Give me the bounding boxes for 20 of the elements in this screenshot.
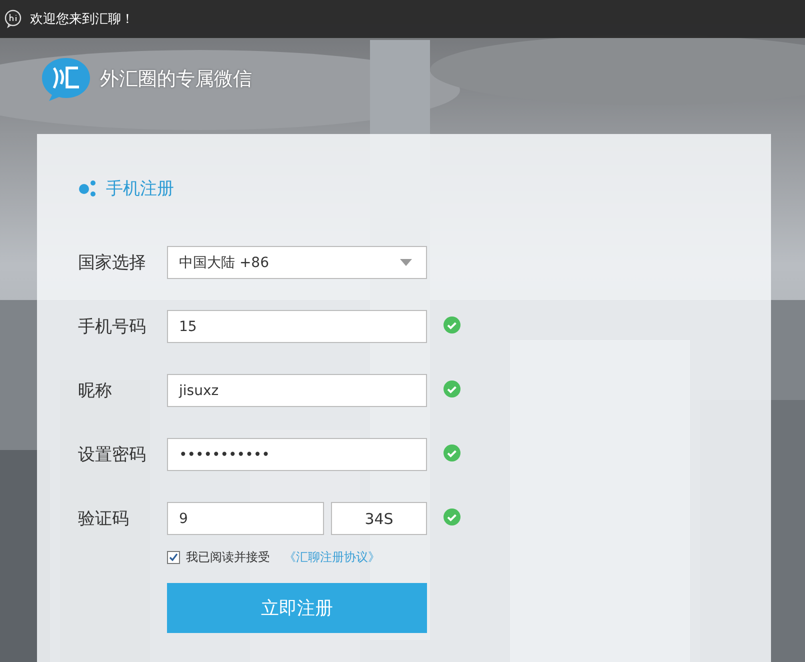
hi-icon	[4, 9, 22, 29]
slogan-text: 外汇圈的专属微信	[100, 67, 252, 92]
field-label: 手机号码	[78, 316, 147, 338]
logo-icon	[40, 56, 92, 102]
field-label: 验证码	[78, 508, 130, 530]
agree-checkbox[interactable]	[167, 551, 180, 564]
field-label: 国家选择	[78, 252, 147, 274]
dropdown-arrow-icon	[400, 259, 412, 266]
input-field[interactable]: 15	[167, 310, 427, 343]
dots-icon	[78, 179, 98, 197]
welcome-text: 欢迎您来到汇聊！	[30, 11, 134, 28]
field-label: 昵称	[78, 380, 113, 402]
input-field[interactable]: •••••••••••	[167, 438, 427, 471]
code-field[interactable]: 9	[167, 502, 324, 535]
field-label: 设置密码	[78, 444, 147, 466]
agreement-text: 我已阅读并接受	[186, 549, 270, 566]
country-dropdown[interactable]: 中国大陆 +86	[167, 246, 427, 279]
input-field[interactable]: jisuxz	[167, 374, 427, 407]
countdown-button[interactable]: 34S	[331, 502, 427, 535]
form-title: 手机注册	[106, 178, 174, 200]
